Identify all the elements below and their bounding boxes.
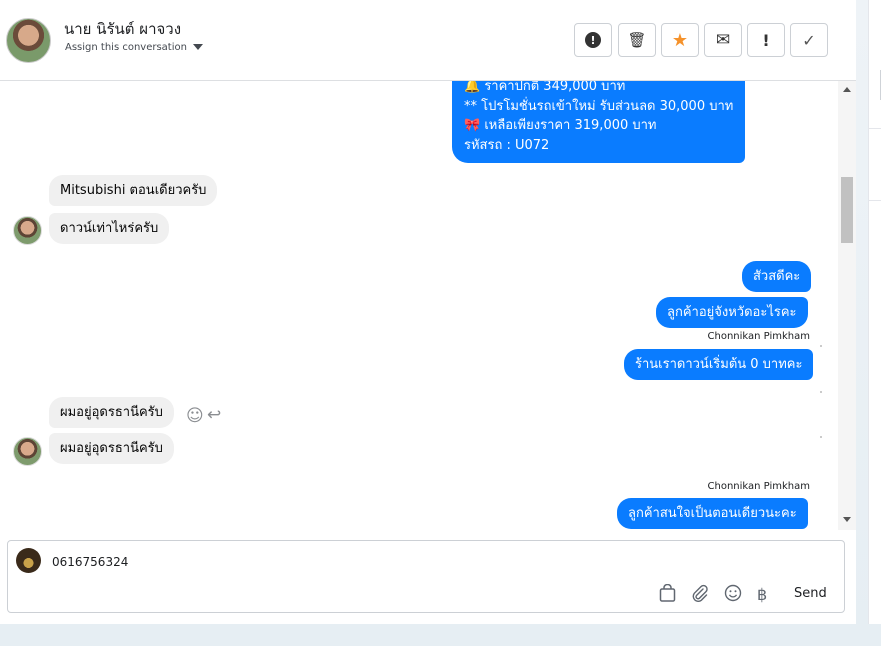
alert-circle-icon: ! xyxy=(585,32,601,48)
outgoing-message: ลูกค้าอยู่จังหวัดอะไรคะ xyxy=(656,297,808,328)
seen-indicator xyxy=(820,345,822,347)
outgoing-message: ลูกค้าสนใจเป็นตอนเดียวนะคะ xyxy=(617,498,808,529)
follow-up-button[interactable]: ! xyxy=(747,23,785,57)
message-composer[interactable]: 0616756324 ฿ Send xyxy=(7,540,845,613)
react-emoji-icon[interactable]: ☺ xyxy=(186,406,204,426)
trash-icon: 🗑 xyxy=(627,31,647,49)
assign-conversation-dropdown[interactable]: Assign this conversation xyxy=(65,42,203,53)
scroll-down-icon[interactable] xyxy=(843,517,851,522)
assign-label: Assign this conversation xyxy=(65,42,187,53)
promo-line: 🎀 เหลือเพียงราคา 319,000 บาท xyxy=(464,118,657,133)
promo-line: รหัสรถ : U072 xyxy=(464,137,550,153)
delete-button[interactable]: 🗑 xyxy=(618,23,656,57)
baht-icon[interactable]: ฿ xyxy=(757,585,767,604)
divider xyxy=(869,200,881,201)
seen-indicator xyxy=(820,391,822,393)
star-icon: ★ xyxy=(671,29,689,51)
promo-line: ** โปรโมชั่นรถเข้าใหม่ รับส่วนลด 30,000 … xyxy=(464,98,734,114)
message-input[interactable]: 0616756324 xyxy=(52,555,128,569)
paperclip-icon[interactable] xyxy=(691,584,709,607)
right-sidebar-edge xyxy=(868,0,881,624)
exclamation-icon: ! xyxy=(762,30,770,50)
contact-avatar-small xyxy=(13,437,42,466)
outgoing-message: ร้านเราดาวน์เริ่มต้น 0 บาทคะ xyxy=(624,349,814,380)
spam-button[interactable]: ! xyxy=(574,23,612,57)
envelope-icon: ✉ xyxy=(715,30,731,50)
sender-name: Chonnikan Pimkham xyxy=(707,331,810,342)
reply-icon[interactable]: ↩ xyxy=(207,405,221,425)
send-button[interactable]: Send xyxy=(794,586,827,601)
contact-name: นาย นิรันต์ ผาจวง xyxy=(64,20,182,38)
contact-avatar-small xyxy=(13,216,42,245)
star-button[interactable]: ★ xyxy=(661,23,699,57)
incoming-message: Mitsubishi ตอนเดียวครับ xyxy=(49,175,218,206)
divider xyxy=(869,128,881,129)
seen-indicator xyxy=(820,436,822,438)
outgoing-message-promo: 🔔 ราคาปกติ 349,000 บาท ** โปรโมชั่นรถเข้… xyxy=(452,81,746,163)
incoming-message: ผมอยู่อุดรธานีครับ xyxy=(49,397,174,428)
scroll-up-icon[interactable] xyxy=(843,87,851,92)
emoji-icon[interactable] xyxy=(724,584,742,607)
checkmark-icon: ✓ xyxy=(802,30,816,50)
sender-name: Chonnikan Pimkham xyxy=(707,481,810,492)
thread-scrollbar[interactable] xyxy=(838,81,856,530)
promo-line: 🔔 ราคาปกติ 349,000 บาท xyxy=(464,81,626,94)
contact-avatar[interactable] xyxy=(6,18,51,63)
incoming-message: ผมอยู่อุดรธานีครับ xyxy=(49,433,174,464)
caret-down-icon xyxy=(192,44,203,50)
bag-icon[interactable] xyxy=(659,583,676,607)
outgoing-message: สัวสดีคะ xyxy=(742,261,812,292)
incoming-message: ดาวน์เท่าไหร่ครับ xyxy=(49,213,170,244)
conversation-header: นาย นิรันต์ ผาจวง Assign this conversati… xyxy=(0,0,856,81)
message-thread[interactable]: 🔔 ราคาปกติ 349,000 บาท ** โปรโมชั่นรถเข้… xyxy=(0,81,856,530)
scroll-thumb[interactable] xyxy=(841,177,853,243)
page-avatar xyxy=(16,548,41,573)
mark-unread-button[interactable]: ✉ xyxy=(704,23,742,57)
mark-done-button[interactable]: ✓ xyxy=(790,23,828,57)
